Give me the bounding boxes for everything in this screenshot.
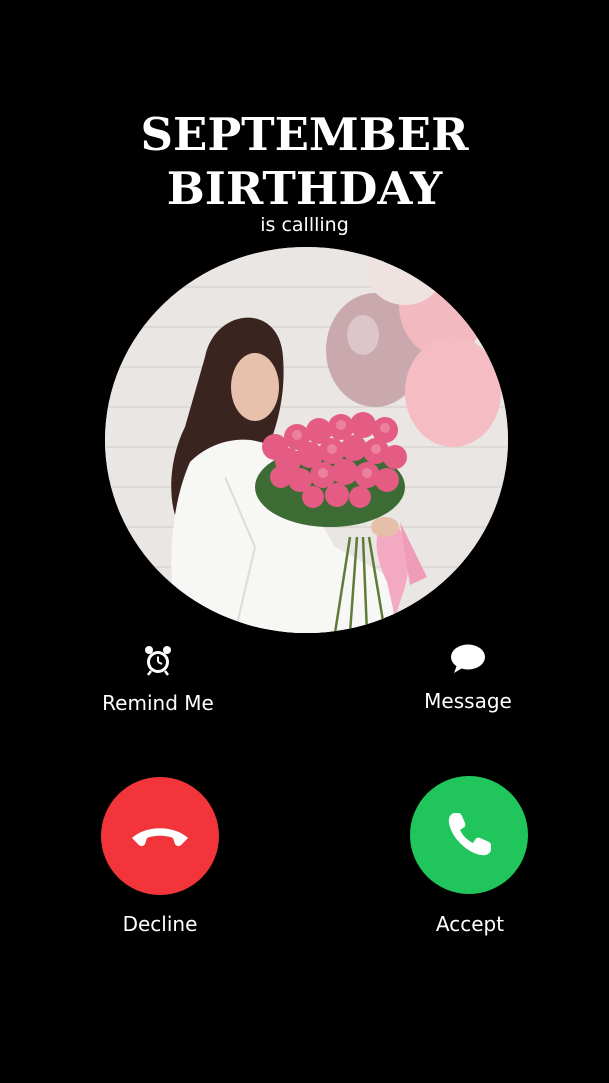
speech-bubble-icon <box>451 644 485 673</box>
message-label: Message <box>424 689 512 713</box>
message-button[interactable]: Message <box>395 643 541 713</box>
caller-photo <box>105 247 508 633</box>
decline-label: Decline <box>122 912 198 936</box>
caller-name-line2: BIRTHDAY <box>166 162 443 215</box>
phone-icon <box>448 813 491 856</box>
remind-me-button[interactable]: Remind Me <box>80 643 236 715</box>
phone-hangup-icon <box>132 828 188 847</box>
alarm-clock-icon <box>145 646 171 676</box>
calling-status: is callling <box>260 214 349 236</box>
decline-button[interactable] <box>101 777 219 895</box>
caller-name: SEPTEMBER BIRTHDAY <box>0 108 609 216</box>
accept-label: Accept <box>435 912 505 936</box>
caller-name-line1: SEPTEMBER <box>140 108 469 161</box>
accept-button[interactable] <box>410 776 528 894</box>
remind-me-label: Remind Me <box>102 691 214 715</box>
